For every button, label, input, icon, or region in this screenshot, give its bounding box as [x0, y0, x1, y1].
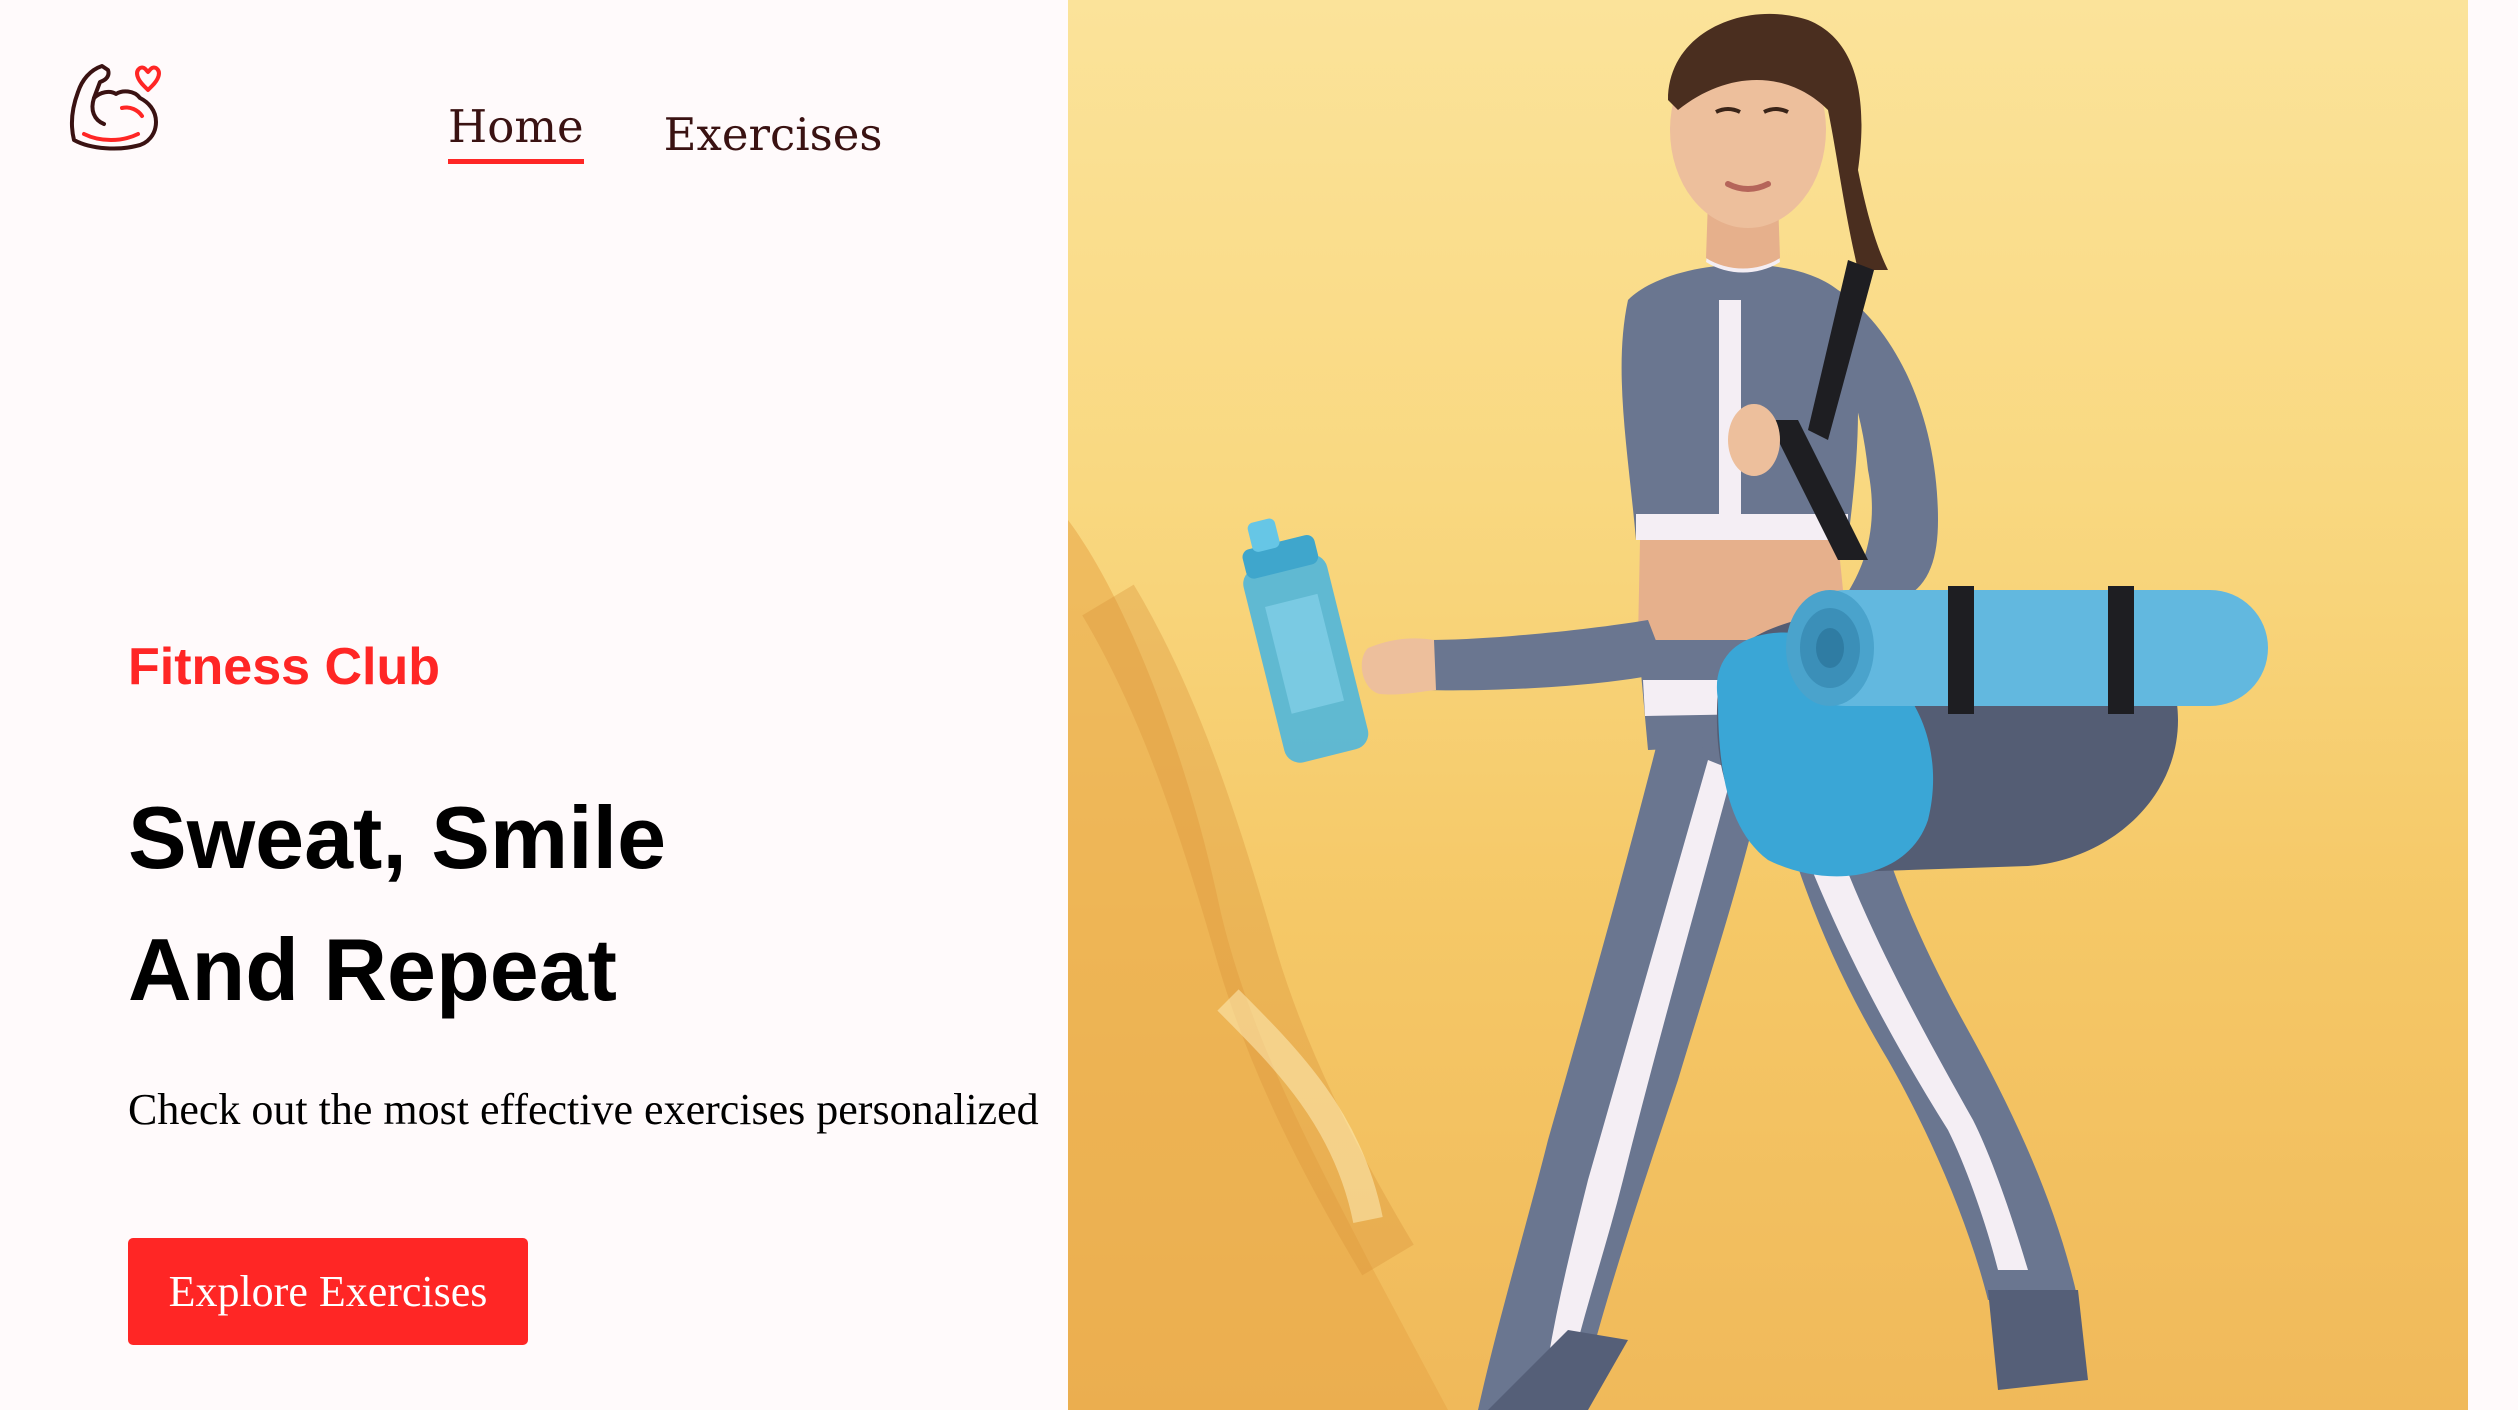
- hero-banner-image: [1068, 0, 2468, 1410]
- explore-exercises-button[interactable]: Explore Exercises: [128, 1238, 528, 1345]
- hero-title: Sweat, Smile And Repeat: [128, 772, 666, 1036]
- hero-eyebrow: Fitness Club: [128, 638, 441, 696]
- nav-link-home[interactable]: Home: [448, 104, 584, 164]
- hero-title-line-2: And Repeat: [128, 920, 617, 1019]
- flexed-arm-heart-icon: [69, 64, 161, 151]
- landing-page: Home Exercises Fitness Club Sweat, Smile…: [0, 0, 2518, 1410]
- main-nav: Home Exercises: [448, 104, 882, 164]
- woman-with-gym-bag-and-yoga-mat-photo: [1068, 13, 2268, 1410]
- nav-link-exercises[interactable]: Exercises: [664, 112, 883, 157]
- hero-title-line-1: Sweat, Smile: [128, 788, 667, 887]
- logo[interactable]: [64, 58, 168, 162]
- hero-description: Check out the most effective exercises p…: [128, 1085, 1039, 1134]
